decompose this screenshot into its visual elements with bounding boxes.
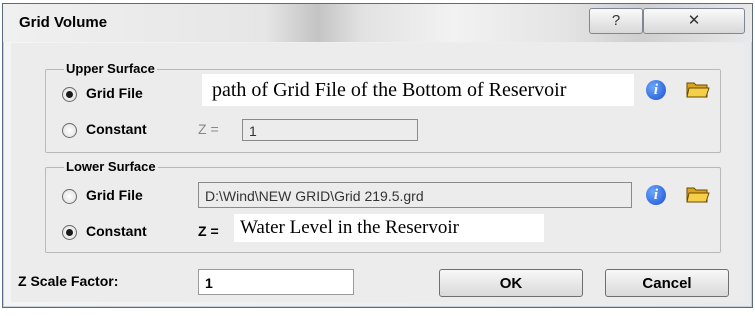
lower-open-folder-icon[interactable] [686,184,710,204]
lower-surface-legend: Lower Surface [64,159,158,174]
upper-constant-label[interactable]: Constant [86,121,147,137]
grid-volume-dialog: Grid Volume ? ✕ Upper Surface Grid File … [2,3,753,308]
lower-grid-file-radio[interactable] [62,189,77,204]
lower-grid-file-path[interactable]: D:\Wind\NEW GRID\Grid 219.5.grd [198,182,632,208]
upper-open-folder-icon[interactable] [686,79,710,99]
lower-grid-file-label[interactable]: Grid File [86,187,143,203]
lower-surface-group: Lower Surface Grid File D:\Wind\NEW GRID… [45,159,721,253]
title-bar[interactable]: Grid Volume ? ✕ [3,4,752,42]
upper-surface-group: Upper Surface Grid File path of Grid Fil… [45,61,721,153]
close-button[interactable]: ✕ [643,8,745,34]
ok-button[interactable]: OK [439,269,583,297]
upper-z-input[interactable]: 1 [242,119,418,141]
lower-constant-radio[interactable] [62,225,77,240]
upper-info-icon[interactable]: i [646,80,666,100]
upper-constant-radio[interactable] [62,123,77,138]
cancel-button[interactable]: Cancel [605,269,729,297]
dialog-title: Grid Volume [19,14,108,31]
upper-grid-file-label[interactable]: Grid File [86,85,143,101]
z-scale-factor-label: Z Scale Factor: [18,273,119,289]
upper-grid-file-radio[interactable] [62,87,77,102]
z-scale-factor-input[interactable]: 1 [198,269,354,295]
lower-constant-label[interactable]: Constant [86,223,147,239]
upper-surface-legend: Upper Surface [64,61,157,76]
upper-z-label: Z = [198,121,219,137]
lower-z-label: Z = [198,223,219,239]
dialog-body: Upper Surface Grid File path of Grid Fil… [11,43,744,302]
lower-z-input[interactable]: Water Level in the Reservoir [234,214,544,242]
help-button[interactable]: ? [589,8,643,34]
upper-grid-file-path[interactable]: path of Grid File of the Bottom of Reser… [202,74,634,106]
lower-info-icon[interactable]: i [646,185,666,205]
